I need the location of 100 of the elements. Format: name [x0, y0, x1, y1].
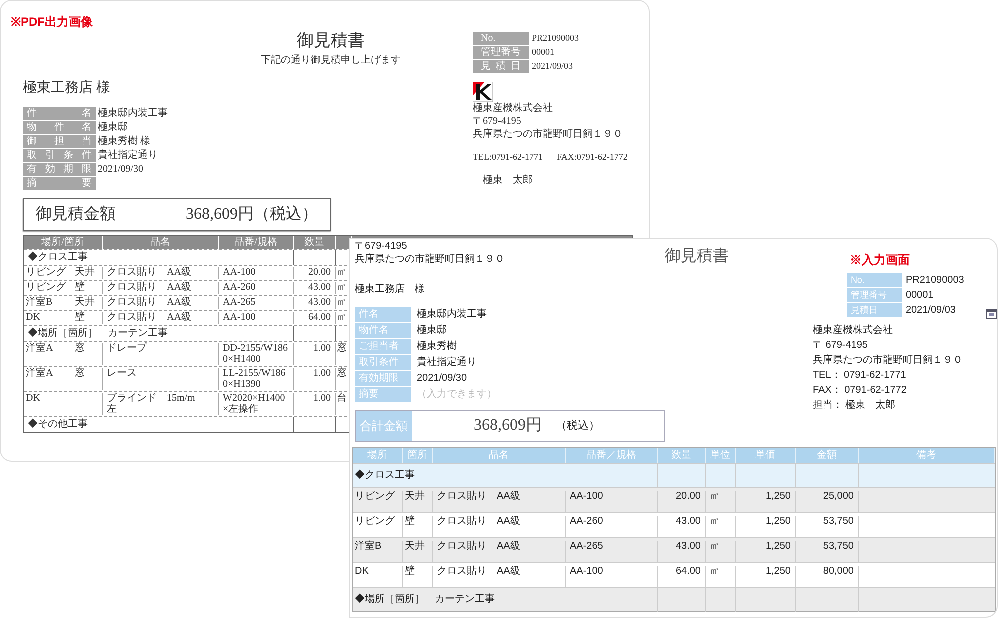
column-header: 数量: [672, 450, 692, 461]
total-amount: 368,609円（税込）: [186, 204, 318, 224]
table-cell: 20.00: [308, 267, 331, 278]
address-text: 兵庫県たつの市龍野町日飼１９０: [355, 253, 505, 266]
table-cell: ㎡: [710, 541, 720, 552]
field-label: 有効期限: [23, 163, 96, 176]
column-header: 品番/規格: [234, 237, 278, 248]
table-cell: クロス貼り AA級: [437, 566, 520, 577]
table-cell: ㎡: [337, 267, 347, 278]
table-row[interactable]: リビング 天井 クロス貼り AA級 AA-100 20.00 ㎡ 1,250 25,000: [353, 487, 995, 512]
table-cell: 64.00: [308, 312, 331, 323]
table-cell: レース: [107, 368, 137, 379]
company-info-text: FAX： 0791-62-1772: [812, 384, 907, 397]
postal-code: 〒679-4195: [355, 241, 408, 253]
table-cell: 1.00: [314, 393, 331, 404]
table-row[interactable]: DK 壁 クロス貼り AA級 AA-100 64.00 ㎡ 1,250 80,000: [353, 562, 995, 587]
company-info-text: 〒 679-4195: [812, 339, 868, 352]
table-cell: 天井: [405, 541, 425, 552]
company-info-text: 担当： 極東 太郎: [812, 399, 896, 412]
fax-number: FAX:0791-62-1772: [557, 151, 628, 164]
table-cell: 洋室B: [355, 541, 382, 552]
table-cell: 天井: [75, 297, 95, 308]
customer-name: 極東工務店 様: [23, 79, 110, 98]
field-value: 極東邸: [98, 121, 128, 134]
field-value: 2021/09/03: [532, 60, 574, 73]
field-value: 極東邸: [417, 324, 447, 338]
table-cell: 天井: [405, 491, 425, 502]
table-cell: 壁: [405, 566, 415, 577]
table-cell: リビング: [355, 516, 395, 527]
table-row[interactable]: リビング 壁 クロス貼り AA級 AA-260 43.00 ㎡ 1,250 53,750: [353, 512, 995, 537]
table-cell: 43.00: [676, 516, 701, 527]
table-cell: 43.00: [308, 297, 331, 308]
field-value: 貴社指定通り: [417, 356, 477, 370]
table-cell: ㎡: [710, 566, 720, 577]
input-field[interactable]: （入力できます）: [417, 387, 567, 402]
field-label: No.: [473, 32, 529, 45]
table-cell: ㎡: [337, 312, 347, 323]
table-cell: AA-100: [570, 566, 604, 577]
table-cell: 1.00: [314, 368, 331, 379]
table-cell: ドレープ: [107, 343, 147, 354]
total-label: 御見積金額: [36, 204, 116, 224]
table-cell: 台: [337, 393, 347, 404]
table-cell: 43.00: [308, 282, 331, 293]
table-cell: 64.00: [676, 566, 701, 577]
table-cell: クロス貼り AA級: [107, 267, 192, 278]
table-cell: 1,250: [766, 516, 791, 527]
field-label: No.: [846, 273, 902, 287]
field-label: 摘要: [23, 177, 96, 190]
field-value: 2021/09/30: [417, 372, 468, 386]
field-value: PR21090003: [532, 32, 580, 45]
table-cell: 1,250: [766, 541, 791, 552]
field-label: 件名: [23, 107, 96, 120]
field-label: 有効期限: [355, 371, 411, 386]
company-info-text: 極東産機株式会社: [473, 102, 553, 115]
table-cell: ㎡: [710, 516, 720, 527]
table-cell: AA-265: [570, 541, 604, 552]
section-heading: ◆クロス工事: [355, 470, 415, 481]
column-header: 場所: [368, 450, 388, 461]
table-cell: AA-100: [223, 267, 256, 278]
table-cell: 53,750: [823, 541, 854, 552]
total-amount: 368,609円: [474, 416, 542, 436]
table-cell: 窓: [75, 368, 85, 379]
table-cell: 53,750: [823, 516, 854, 527]
field-label: 取引条件: [23, 149, 96, 162]
table-cell: DD-2155/W1860×H1400: [223, 343, 288, 365]
section-heading: ◆クロス工事: [28, 252, 88, 263]
section-heading: ◆場所［箇所］ カーテン工事: [355, 594, 495, 605]
table-cell: 窓: [337, 343, 347, 354]
table-cell: クロス貼り AA級: [107, 297, 192, 308]
table-cell: ㎡: [337, 297, 347, 308]
column-header: 品名: [489, 450, 509, 461]
table-cell: 窓: [75, 343, 85, 354]
table-cell: AA-265: [223, 297, 256, 308]
calendar-icon[interactable]: [986, 308, 997, 318]
document-title: 御見積書: [665, 246, 729, 267]
table-cell: 壁: [75, 282, 85, 293]
field-label: 取引条件: [355, 355, 411, 370]
field-value: 極東邸内装工事: [98, 107, 168, 120]
document-subtitle: 下記の通り御見積申し上げます: [261, 54, 401, 68]
table-cell: DK: [26, 393, 40, 404]
field-label: 物件名: [355, 323, 411, 338]
field-value: 00001: [532, 46, 554, 59]
column-header: 品名: [150, 237, 170, 248]
table-cell: 1.00: [314, 343, 331, 354]
table-cell: 洋室A: [26, 343, 54, 354]
pdf-preview-label: ※PDF出力画像: [11, 14, 93, 31]
column-header: 箇所: [408, 450, 428, 461]
field-label: 見積日: [473, 60, 529, 73]
table-cell: 洋室A: [26, 368, 54, 379]
section-heading: ◆その他工事: [28, 419, 88, 430]
field-value: 極東邸内装工事: [417, 308, 487, 322]
phone-number: TEL:0791-62-1771: [473, 151, 543, 164]
table-cell: 1,250: [766, 566, 791, 577]
field-value: PR21090003: [906, 274, 964, 288]
table-row[interactable]: 洋室B 天井 クロス貼り AA級 AA-265 43.00 ㎡ 1,250 53,750: [353, 537, 995, 562]
total-label: 合計金額: [356, 411, 412, 441]
table-cell: 1,250: [766, 491, 791, 502]
field-label: 摘要: [355, 387, 411, 402]
column-header: 単位: [710, 450, 730, 461]
table-cell: 壁: [405, 516, 415, 527]
